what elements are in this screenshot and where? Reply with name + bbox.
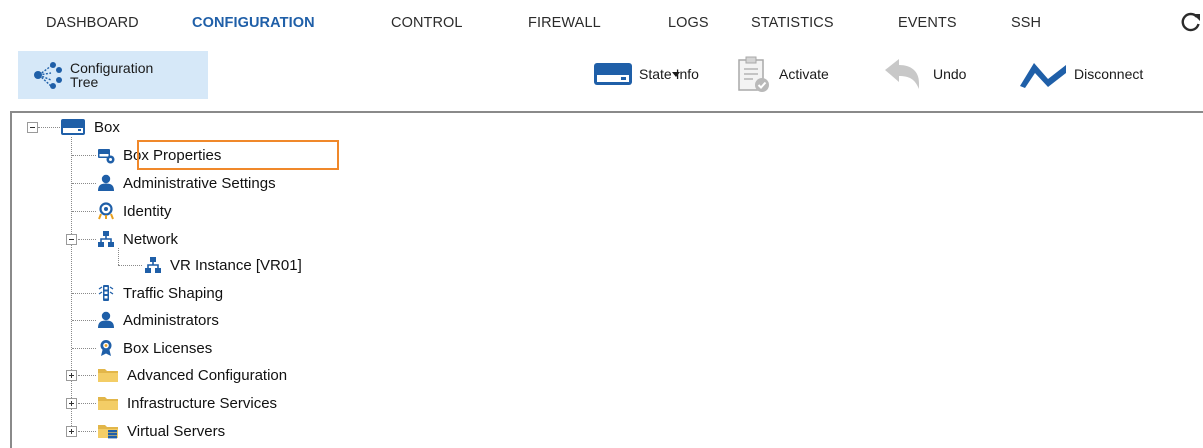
state-info-button[interactable]: State Info xyxy=(593,50,699,98)
tree-item-label: Box xyxy=(94,118,120,136)
expand-advanced-configuration-toggle[interactable] xyxy=(66,370,77,381)
disconnect-icon xyxy=(1020,63,1066,88)
collapse-box-toggle[interactable] xyxy=(27,122,38,133)
tab-control[interactable]: CONTROL xyxy=(391,15,463,31)
activate-clipboard-icon xyxy=(738,56,769,92)
tree-item-label: Identity xyxy=(123,202,172,220)
tree-item-label: VR Instance [VR01] xyxy=(170,256,302,274)
tab-ssh[interactable]: SSH xyxy=(1011,15,1041,31)
chevron-down-icon[interactable] xyxy=(671,70,681,78)
admin-user-icon xyxy=(98,311,114,328)
network-icon xyxy=(98,231,114,247)
tree-item-label: Administrative Settings xyxy=(123,174,276,192)
activate-button[interactable]: Activate xyxy=(735,50,829,98)
tab-configuration[interactable]: CONFIGURATION xyxy=(192,15,315,31)
tree-item-traffic-shaping[interactable]: Traffic Shaping xyxy=(97,280,223,306)
configuration-tree-label: Configuration Tree xyxy=(70,60,154,90)
tab-statistics[interactable]: STATISTICS xyxy=(751,15,834,31)
disconnect-button[interactable]: Disconnect xyxy=(1018,50,1143,98)
tree-item-label: Box Licenses xyxy=(123,339,213,357)
tab-firewall[interactable]: FIREWALL xyxy=(528,15,601,31)
tree-item-administrators[interactable]: Administrators xyxy=(97,307,219,333)
tab-dashboard[interactable]: DASHBOARD xyxy=(46,15,139,31)
state-info-label: State Info xyxy=(639,65,699,82)
box-properties-icon xyxy=(98,149,115,164)
undo-arrow-icon xyxy=(885,59,919,89)
toolbar: Configuration Tree State Info Activate U… xyxy=(0,42,1203,108)
virtual-servers-folder-icon xyxy=(98,425,118,439)
expand-infrastructure-services-toggle[interactable] xyxy=(66,398,77,409)
admin-user-icon xyxy=(98,174,114,191)
folder-icon xyxy=(98,397,118,410)
license-icon xyxy=(100,340,112,356)
undo-button[interactable]: Undo xyxy=(883,50,966,98)
box-server-icon xyxy=(61,119,85,135)
refresh-icon[interactable] xyxy=(1180,11,1202,33)
tree-item-label: Traffic Shaping xyxy=(123,284,224,302)
tree-item-label: Infrastructure Services xyxy=(127,394,278,412)
configuration-tree-button[interactable]: Configuration Tree xyxy=(18,51,208,99)
tree-item-label: Advanced Configuration xyxy=(127,366,288,384)
tree-item-identity[interactable]: Identity xyxy=(97,198,171,224)
tree-item-advanced-configuration[interactable]: Advanced Configuration xyxy=(97,362,287,388)
tab-events[interactable]: EVENTS xyxy=(898,15,957,31)
undo-label: Undo xyxy=(933,66,967,82)
tree-item-virtual-servers[interactable]: Virtual Servers xyxy=(97,418,225,444)
configuration-tree-icon xyxy=(34,62,62,89)
activate-label: Activate xyxy=(779,66,829,82)
identity-icon xyxy=(98,202,114,220)
tab-logs[interactable]: LOGS xyxy=(668,15,709,31)
tree-item-label: Virtual Servers xyxy=(127,422,226,440)
tree-item-vr-instance[interactable]: VR Instance [VR01] xyxy=(144,252,302,278)
tree-item-label: Administrators xyxy=(123,311,219,329)
expand-virtual-servers-toggle[interactable] xyxy=(66,426,77,437)
disconnect-label: Disconnect xyxy=(1074,66,1144,82)
server-state-icon xyxy=(594,63,632,85)
tree-item-administrative-settings[interactable]: Administrative Settings xyxy=(97,170,276,196)
selection-highlight xyxy=(137,140,339,170)
folder-icon xyxy=(98,369,118,382)
top-navigation: DASHBOARD CONFIGURATION CONTROL FIREWALL… xyxy=(0,0,1203,42)
collapse-network-toggle[interactable] xyxy=(66,234,77,245)
traffic-shaping-icon xyxy=(98,285,114,301)
tree-item-label: Network xyxy=(123,230,179,248)
network-icon xyxy=(145,257,161,273)
tree-item-network[interactable]: Network xyxy=(97,226,178,252)
tree-item-box-licenses[interactable]: Box Licenses xyxy=(97,335,212,361)
tree-item-box[interactable]: Box xyxy=(60,114,120,140)
tree-item-infrastructure-services[interactable]: Infrastructure Services xyxy=(97,390,277,416)
